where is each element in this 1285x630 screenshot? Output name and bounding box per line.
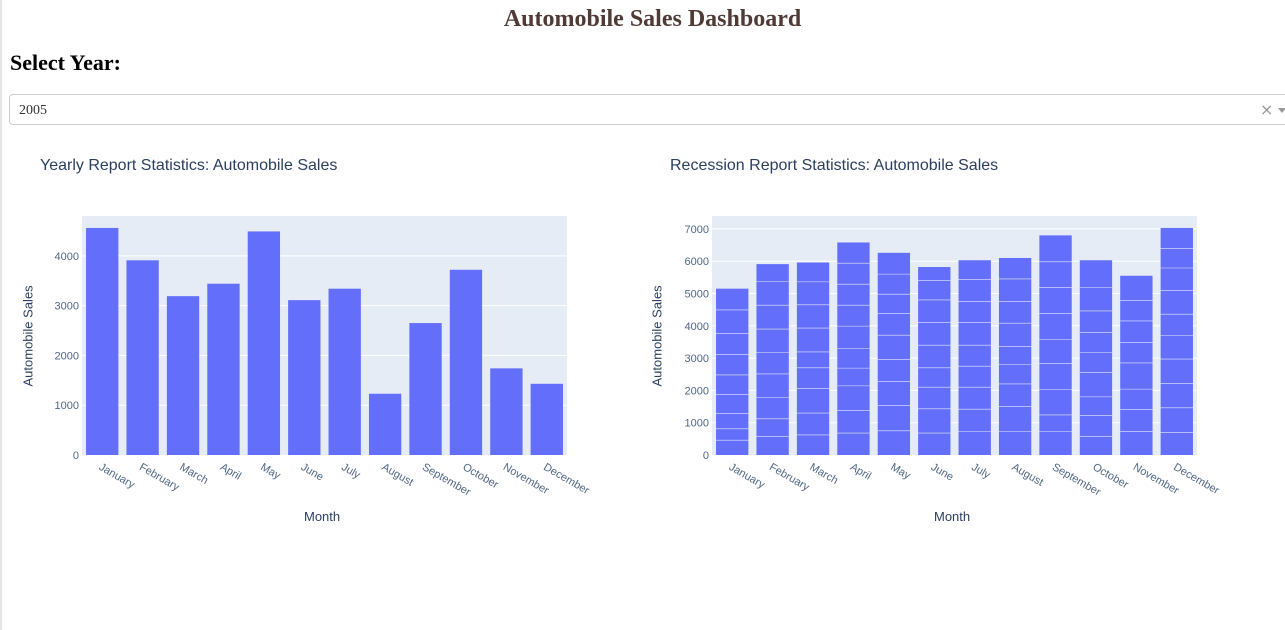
y-tick-label: 4000 xyxy=(685,321,709,333)
recession-sales-plot: 0 1000 2000 3000 4000 5000 6000 7000 January Febr… xyxy=(685,216,1222,499)
bar xyxy=(1160,227,1193,455)
bar xyxy=(958,260,991,455)
bar xyxy=(328,288,361,455)
x-tick-label: March xyxy=(808,461,840,487)
clear-icon[interactable]: × xyxy=(1260,100,1273,119)
bar xyxy=(409,323,442,455)
bar xyxy=(368,393,402,455)
x-tick-label: January xyxy=(727,461,767,491)
x-tick-label: February xyxy=(137,461,182,494)
y-tick-label: 6000 xyxy=(685,256,709,268)
y-tick-label: 5000 xyxy=(685,289,709,301)
x-tick-label: April xyxy=(218,461,243,482)
bar xyxy=(86,227,119,455)
y-tick-label: 3000 xyxy=(55,301,79,313)
y-tick-label: 1000 xyxy=(685,418,709,430)
bar xyxy=(1039,235,1072,455)
bar xyxy=(166,296,200,455)
chevron-down-icon[interactable] xyxy=(1278,108,1285,113)
y-tick-label: 7000 xyxy=(685,224,709,236)
bar xyxy=(1079,260,1113,455)
bar xyxy=(126,260,159,455)
x-tick-label: June xyxy=(299,461,326,483)
x-tick-label: May xyxy=(888,461,912,482)
y-tick-label: 1000 xyxy=(55,400,79,412)
page-title: Automobile Sales Dashboard xyxy=(503,6,802,32)
year-dropdown-value: 2005 xyxy=(19,103,47,118)
year-dropdown[interactable]: 2005 × xyxy=(9,94,1285,125)
x-tick-label: August xyxy=(1010,461,1046,489)
y-tick-label: 4000 xyxy=(55,251,79,263)
bar xyxy=(1120,275,1153,455)
x-tick-label: April xyxy=(848,461,873,482)
select-year-label: Select Year: xyxy=(10,50,121,75)
bar xyxy=(918,267,951,455)
y-tick-label: 2000 xyxy=(55,350,79,362)
bar xyxy=(877,252,911,455)
y-tick-label: 2000 xyxy=(685,385,709,397)
x-tick-label: July xyxy=(339,461,362,481)
x-tick-label: January xyxy=(97,461,137,491)
y-tick-label: 0 xyxy=(73,450,79,462)
bar xyxy=(796,262,830,455)
bar xyxy=(247,231,281,455)
x-tick-label: May xyxy=(258,461,282,482)
bar xyxy=(288,300,321,455)
bar xyxy=(207,283,240,455)
yearly-sales-chart: Yearly Report Statistics: Automobile Sal… xyxy=(0,145,640,545)
bar xyxy=(530,383,563,455)
y-tick-label: 3000 xyxy=(685,353,709,365)
x-tick-label: June xyxy=(929,461,956,483)
x-tick-label: March xyxy=(178,461,210,487)
x-tick-label: July xyxy=(969,461,992,481)
yearly-sales-plot: 0 1000 2000 3000 4000 January FebruaryMarch Apr… xyxy=(55,216,592,499)
bar xyxy=(756,264,789,455)
x-tick-label: February xyxy=(767,461,812,494)
recession-sales-chart: Recession Report Statistics: Automobile … xyxy=(630,145,1270,545)
bar xyxy=(716,288,749,455)
y-tick-label: 0 xyxy=(703,450,709,462)
x-tick-label: December xyxy=(541,461,591,497)
x-tick-label: December xyxy=(1171,461,1221,497)
x-tick-label: August xyxy=(380,461,416,489)
bar xyxy=(449,269,483,455)
bar xyxy=(490,368,523,455)
bar xyxy=(998,257,1032,455)
